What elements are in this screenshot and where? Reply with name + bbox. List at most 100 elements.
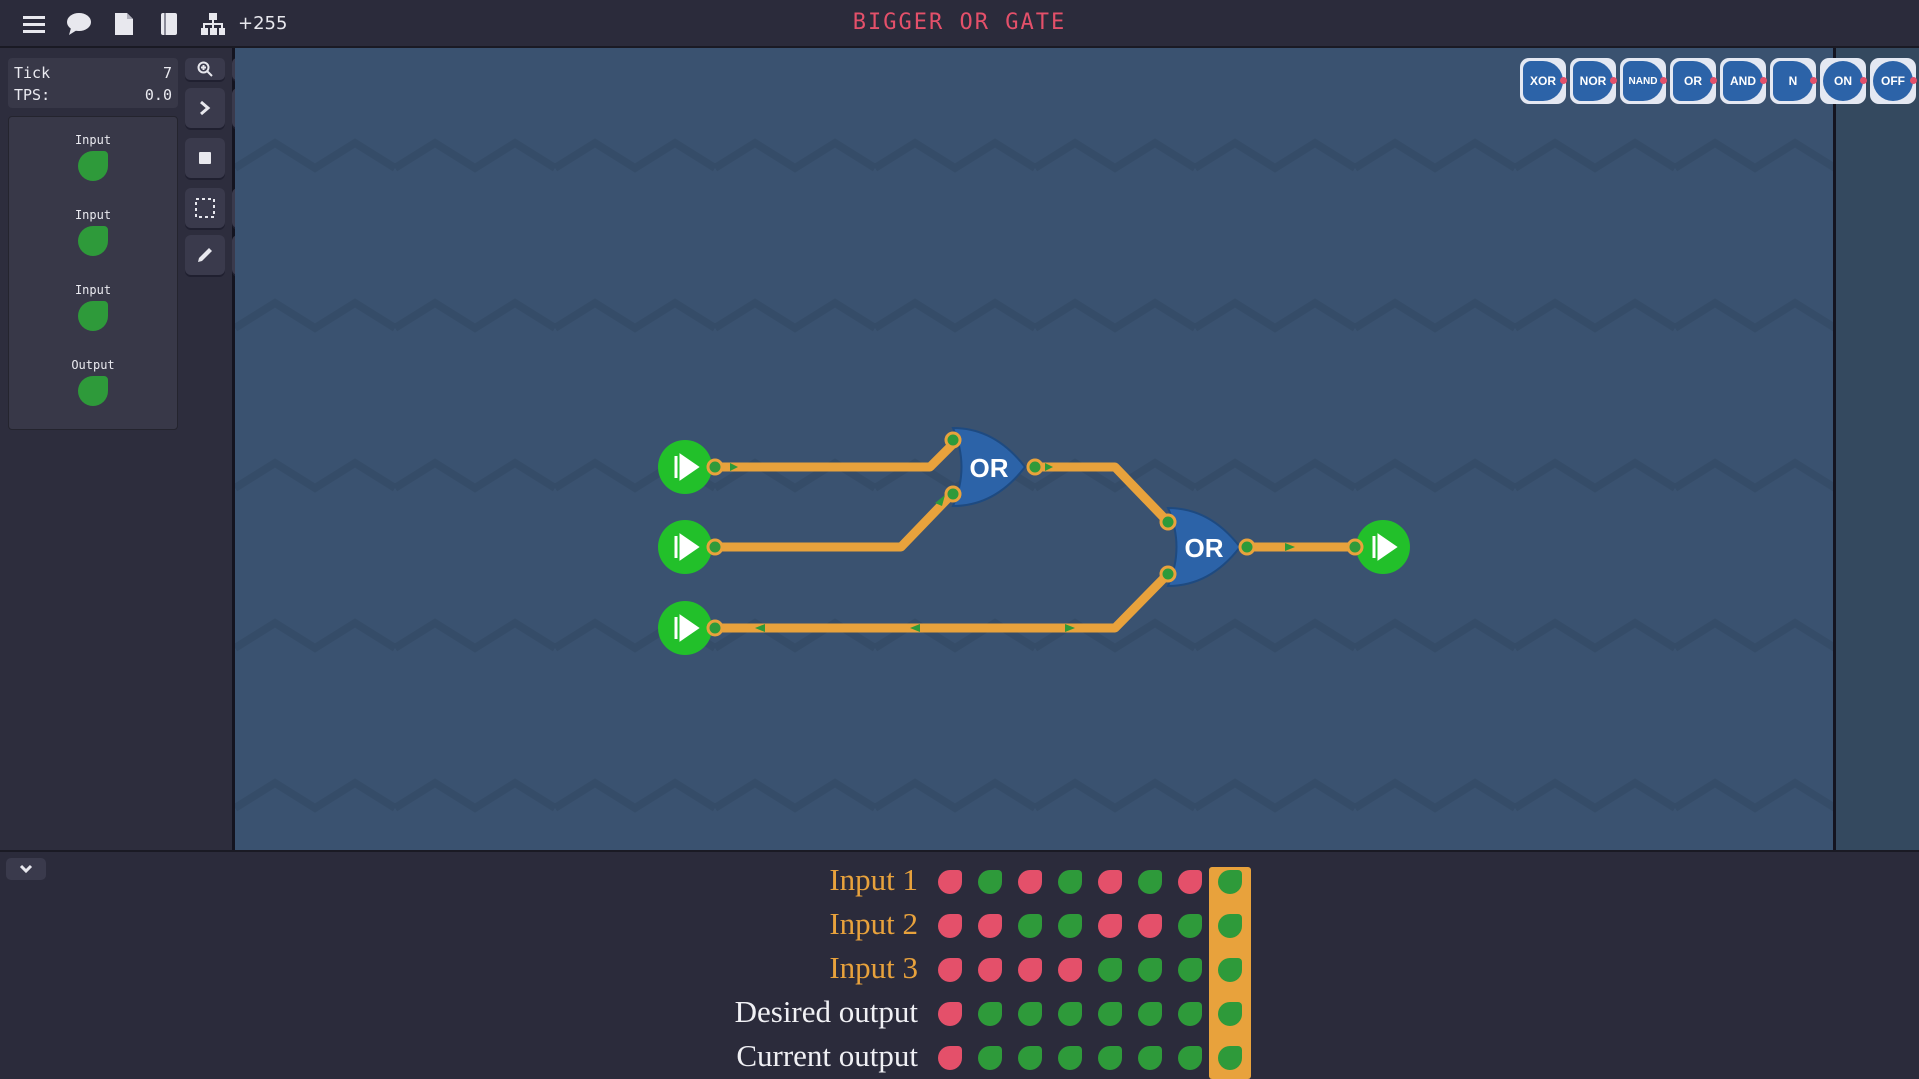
truth-cell-on [1218,914,1242,938]
port[interactable] [706,538,724,556]
palette-xor[interactable]: XOR [1520,58,1567,104]
truth-row-label: Current output [736,1038,918,1073]
score-counter: +255 [238,13,288,34]
truth-cell-off [938,1046,962,1070]
truth-cell-off [978,914,1002,938]
pin-output[interactable]: Output [9,358,177,410]
truth-cell-on [1218,870,1242,894]
tick-value: 7 [162,64,172,82]
document-icon[interactable] [110,10,138,38]
truth-row-label: Desired output [734,994,918,1029]
palette-or[interactable]: OR [1670,58,1717,104]
tps-row: TPS: 0.0 [14,84,172,106]
canvas-background [235,48,1833,850]
truth-cell-off [1018,870,1042,894]
pin-led-icon [78,376,108,406]
stop-icon [199,152,211,164]
truth-cell-on [1178,958,1202,982]
stop-button[interactable] [185,138,225,178]
port[interactable] [944,485,962,503]
zoom-in-icon [197,61,213,77]
book-icon[interactable] [155,10,183,38]
top-bar: +255 BIGGER OR GATE [0,0,1919,48]
pin-led-icon [78,301,108,331]
or-gate-icon: OR [1673,61,1717,101]
port[interactable] [1159,565,1177,583]
truth-cell-on [1018,1002,1042,1026]
hierarchy-icon[interactable] [199,10,227,38]
truth-cell-off [938,870,962,894]
pin-input-1[interactable]: Input [9,133,177,185]
truth-cell-on [1018,914,1042,938]
palette-nand[interactable]: NAND [1620,58,1667,104]
chevron-down-icon [19,864,33,874]
port[interactable] [1159,513,1177,531]
nor-gate-icon: NOR [1573,61,1617,101]
truth-cell-on [978,1046,1002,1070]
truth-row-label: Input 2 [829,906,918,941]
gate-label: OR [970,453,1009,483]
truth-cell-off [1098,870,1122,894]
palette-off[interactable]: OFF [1870,58,1917,104]
truth-cell-on [1138,1002,1162,1026]
port[interactable] [1238,538,1256,556]
io-pins-panel: Input Input Input Output [8,116,178,430]
chat-icon[interactable] [65,10,93,38]
pin-input-2[interactable]: Input [9,208,177,260]
pin-label: Input [74,208,112,222]
palette-nor[interactable]: NOR [1570,58,1617,104]
truth-cell-on [1178,914,1202,938]
circuit-board: OR OR [235,48,1833,850]
port[interactable] [1346,538,1364,556]
palette-not[interactable]: N [1770,58,1817,104]
pin-label: Input [74,283,112,297]
truth-cell-off [1058,958,1082,982]
zoom-in-button[interactable] [185,58,225,80]
truth-row-label: Input 1 [829,862,918,897]
and-gate-icon: AND [1723,61,1767,101]
pin-led-icon [78,226,108,256]
palette-on[interactable]: ON [1820,58,1867,104]
truth-cell-off [978,958,1002,982]
circuit-canvas[interactable]: OR OR [235,48,1833,850]
menu-icon[interactable] [20,10,48,38]
tps-label: TPS: [14,86,51,104]
port[interactable] [1026,458,1044,476]
gate-label: OR [1185,533,1224,563]
right-panel [1833,48,1919,850]
input-node-1[interactable] [658,440,712,494]
truth-cell-on [1058,1046,1082,1070]
pin-input-3[interactable]: Input [9,283,177,335]
pencil-icon [198,248,212,262]
collapse-button[interactable] [6,858,46,880]
palette-and[interactable]: AND [1720,58,1767,104]
port[interactable] [706,458,724,476]
truth-cell-on [1218,958,1242,982]
port[interactable] [706,619,724,637]
step-button[interactable] [185,88,225,128]
truth-cell-on [1058,870,1082,894]
tick-row: Tick 7 [14,62,172,84]
select-icon [195,198,215,218]
step-icon [200,100,211,116]
truth-cell-off [1138,914,1162,938]
input-node-3[interactable] [658,601,712,655]
truth-cell-on [1098,1046,1122,1070]
output-node[interactable] [1356,520,1410,574]
pencil-button[interactable] [185,235,225,275]
stats-panel: Tick 7 TPS: 0.0 [8,58,178,108]
truth-cell-off [938,958,962,982]
pin-label: Input [74,133,112,147]
truth-cell-on [978,1002,1002,1026]
select-button[interactable] [185,188,225,228]
truth-cell-on [1178,1002,1202,1026]
input-node-2[interactable] [658,520,712,574]
port[interactable] [944,431,962,449]
truth-cell-on [1058,1002,1082,1026]
off-source-icon: OFF [1873,61,1917,101]
truth-cell-on [978,870,1002,894]
truth-cell-on [1058,914,1082,938]
truth-cell-off [938,914,962,938]
truth-cell-off [1018,958,1042,982]
nand-gate-icon: NAND [1623,61,1667,101]
